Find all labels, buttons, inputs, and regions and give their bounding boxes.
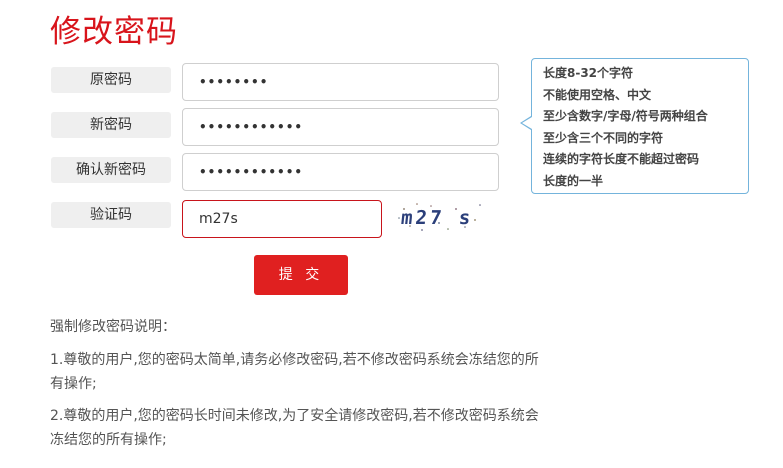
change-password-page: 修改密码 原密码 •••••••• 新密码 •••••••••••• 确认新密码…	[0, 0, 783, 468]
tip-line: 长度8-32个字符	[543, 66, 634, 80]
captcha-image[interactable]: m27 s	[395, 200, 485, 234]
tip-line: 连续的字符长度不能超过密码	[543, 152, 700, 166]
old-password-input[interactable]: ••••••••	[182, 63, 499, 101]
tip-line: 长度的一半	[543, 173, 604, 188]
tip-line: 至少含数字/字母/符号两种组合	[543, 109, 708, 123]
note-item: 1.尊敬的用户,您的密码太简单,请务必修改密码,若不修改密码系统会冻结您的所有操…	[50, 352, 539, 392]
confirm-password-label: 确认新密码	[51, 157, 171, 183]
new-password-input[interactable]: ••••••••••••	[182, 108, 499, 146]
tip-line: 不能使用空格、中文	[543, 87, 652, 102]
new-password-label: 新密码	[51, 112, 171, 138]
submit-button[interactable]: 提 交	[254, 255, 348, 295]
password-rules-tip: 长度8-32个字符 不能使用空格、中文 至少含数字/字母/符号两种组合 至少含三…	[531, 58, 749, 194]
old-password-label: 原密码	[51, 67, 171, 93]
captcha-label: 验证码	[51, 202, 171, 228]
captcha-input[interactable]: m27s	[182, 200, 382, 238]
note-item: 2.尊敬的用户,您的密码长时间未修改,为了安全请修改密码,若不修改密码系统会冻结…	[50, 408, 539, 448]
tip-line: 至少含三个不同的字符	[543, 130, 664, 145]
tip-arrow-fill	[522, 117, 532, 129]
page-title: 修改密码	[50, 14, 178, 50]
captcha-text: m27 s	[400, 207, 474, 229]
notes-section: 强制修改密码说明： 1.尊敬的用户,您的密码太简单,请务必修改密码,若不修改密码…	[50, 316, 550, 452]
confirm-password-input[interactable]: ••••••••••••	[182, 153, 499, 191]
notes-heading: 强制修改密码说明：	[50, 319, 176, 335]
